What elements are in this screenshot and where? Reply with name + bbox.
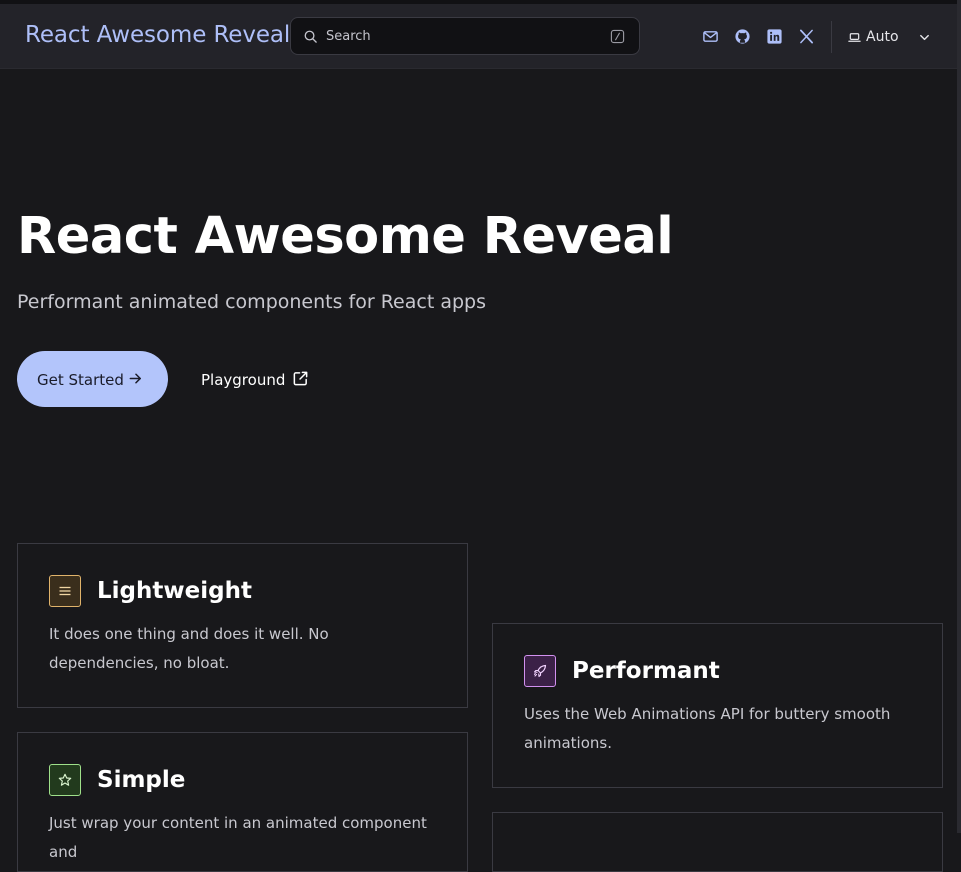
feature-title: Lightweight [97,578,252,604]
keyboard-shortcut-slash-icon [610,29,625,44]
external-link-icon [293,371,308,386]
brand-logo-text[interactable]: React Awesome Reveal [25,22,290,48]
search-button[interactable]: Search [290,17,640,55]
laptop-icon [848,33,861,42]
rocket-icon [533,664,547,678]
get-started-label: Get Started [37,371,124,389]
feature-card-simple: Simple Just wrap your content in an anim… [17,732,468,872]
linkedin-icon[interactable] [766,28,783,45]
feature-card-lightweight: Lightweight It does one thing and does i… [17,543,468,708]
feature-icon-box [49,575,81,607]
feature-card-next [492,812,943,872]
mail-icon[interactable] [702,28,719,45]
feature-title: Simple [97,767,186,793]
search-placeholder: Search [326,29,371,44]
feature-description: Just wrap your content in an animated co… [49,814,427,861]
feature-title: Performant [572,658,720,684]
hero-subtitle: Performant animated components for React… [17,291,486,313]
navbar: React Awesome Reveal Search Auto [0,4,957,69]
feature-card-performant: Performant Uses the Web Animations API f… [492,623,943,788]
menu-lines-icon [59,586,71,596]
scrollbar-track[interactable] [957,0,961,833]
hero-title: React Awesome Reveal [17,207,674,266]
arrow-right-icon [129,373,141,384]
feature-icon-box [49,764,81,796]
get-started-button[interactable]: Get Started [17,351,168,407]
chevron-down-icon [920,34,929,41]
feature-description: Uses the Web Animations API for buttery … [524,705,891,752]
playground-label: Playground [201,371,286,389]
navbar-divider [831,21,832,53]
x-twitter-icon[interactable] [798,28,815,45]
theme-mode-label: Auto [866,29,899,45]
playground-link[interactable]: Playground [185,351,325,407]
search-icon [304,30,317,43]
feature-description: It does one thing and does it well. No d… [49,625,329,672]
star-icon [58,773,72,786]
github-icon[interactable] [734,28,751,45]
feature-icon-box [524,655,556,687]
